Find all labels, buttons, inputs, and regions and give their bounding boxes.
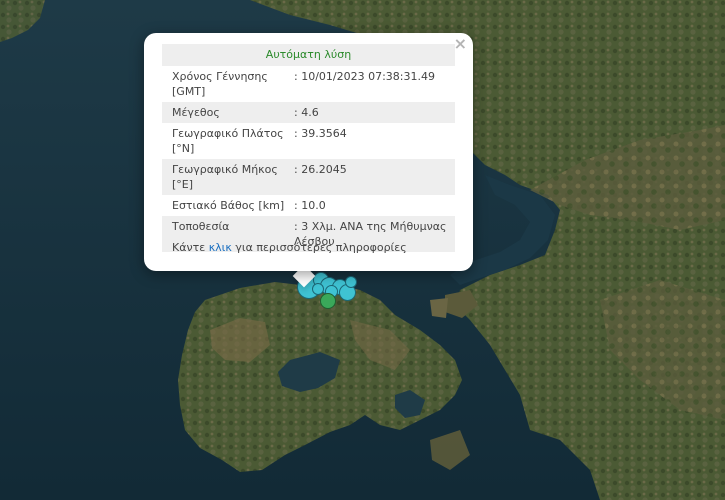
detail-row-latitude: Γεωγραφικό Πλάτος [°N] : 39.3564 bbox=[162, 123, 455, 159]
earthquake-marker[interactable] bbox=[320, 293, 336, 309]
detail-label: Γεωγραφικό Πλάτος [°N] bbox=[172, 127, 284, 155]
detail-label: Χρόνος Γέννησης [GMT] bbox=[172, 70, 268, 98]
detail-row-origin-time: Χρόνος Γέννησης [GMT] : 10/01/2023 07:38… bbox=[162, 66, 455, 102]
close-icon[interactable]: × bbox=[454, 35, 467, 53]
earthquake-details-table: Αυτόματη λύση Χρόνος Γέννησης [GMT] : 10… bbox=[162, 44, 455, 252]
detail-label: Εστιακό Βάθος [km] bbox=[172, 199, 285, 212]
earthquake-marker[interactable] bbox=[312, 283, 324, 295]
earthquake-info-popup: × Αυτόματη λύση Χρόνος Γέννησης [GMT] : … bbox=[144, 33, 473, 271]
detail-label: Γεωγραφικό Μήκος [°E] bbox=[162, 159, 294, 195]
detail-value: : 39.3564 bbox=[294, 127, 347, 140]
footer-text-before: Κάντε bbox=[172, 241, 209, 254]
earthquake-marker[interactable] bbox=[345, 276, 357, 288]
detail-value: : 10.0 bbox=[294, 199, 326, 212]
popup-title: Αυτόματη λύση bbox=[162, 44, 455, 66]
more-info-link[interactable]: κλικ bbox=[209, 241, 232, 254]
footer-text-after: για περισσότερες πληροφορίες bbox=[231, 241, 407, 254]
detail-value: : 10/01/2023 07:38:31.49 bbox=[294, 70, 435, 83]
detail-row-depth: Εστιακό Βάθος [km] : 10.0 bbox=[162, 195, 455, 216]
detail-label: Μέγεθος bbox=[162, 102, 294, 123]
detail-row-magnitude: Μέγεθος : 4.6 bbox=[162, 102, 455, 123]
detail-value: : 4.6 bbox=[294, 102, 455, 123]
detail-row-longitude: Γεωγραφικό Μήκος [°E] : 26.2045 bbox=[162, 159, 455, 195]
popup-footer: Κάντε κλικ για περισσότερες πληροφορίες bbox=[172, 241, 407, 254]
detail-value: : 26.2045 bbox=[294, 159, 455, 195]
